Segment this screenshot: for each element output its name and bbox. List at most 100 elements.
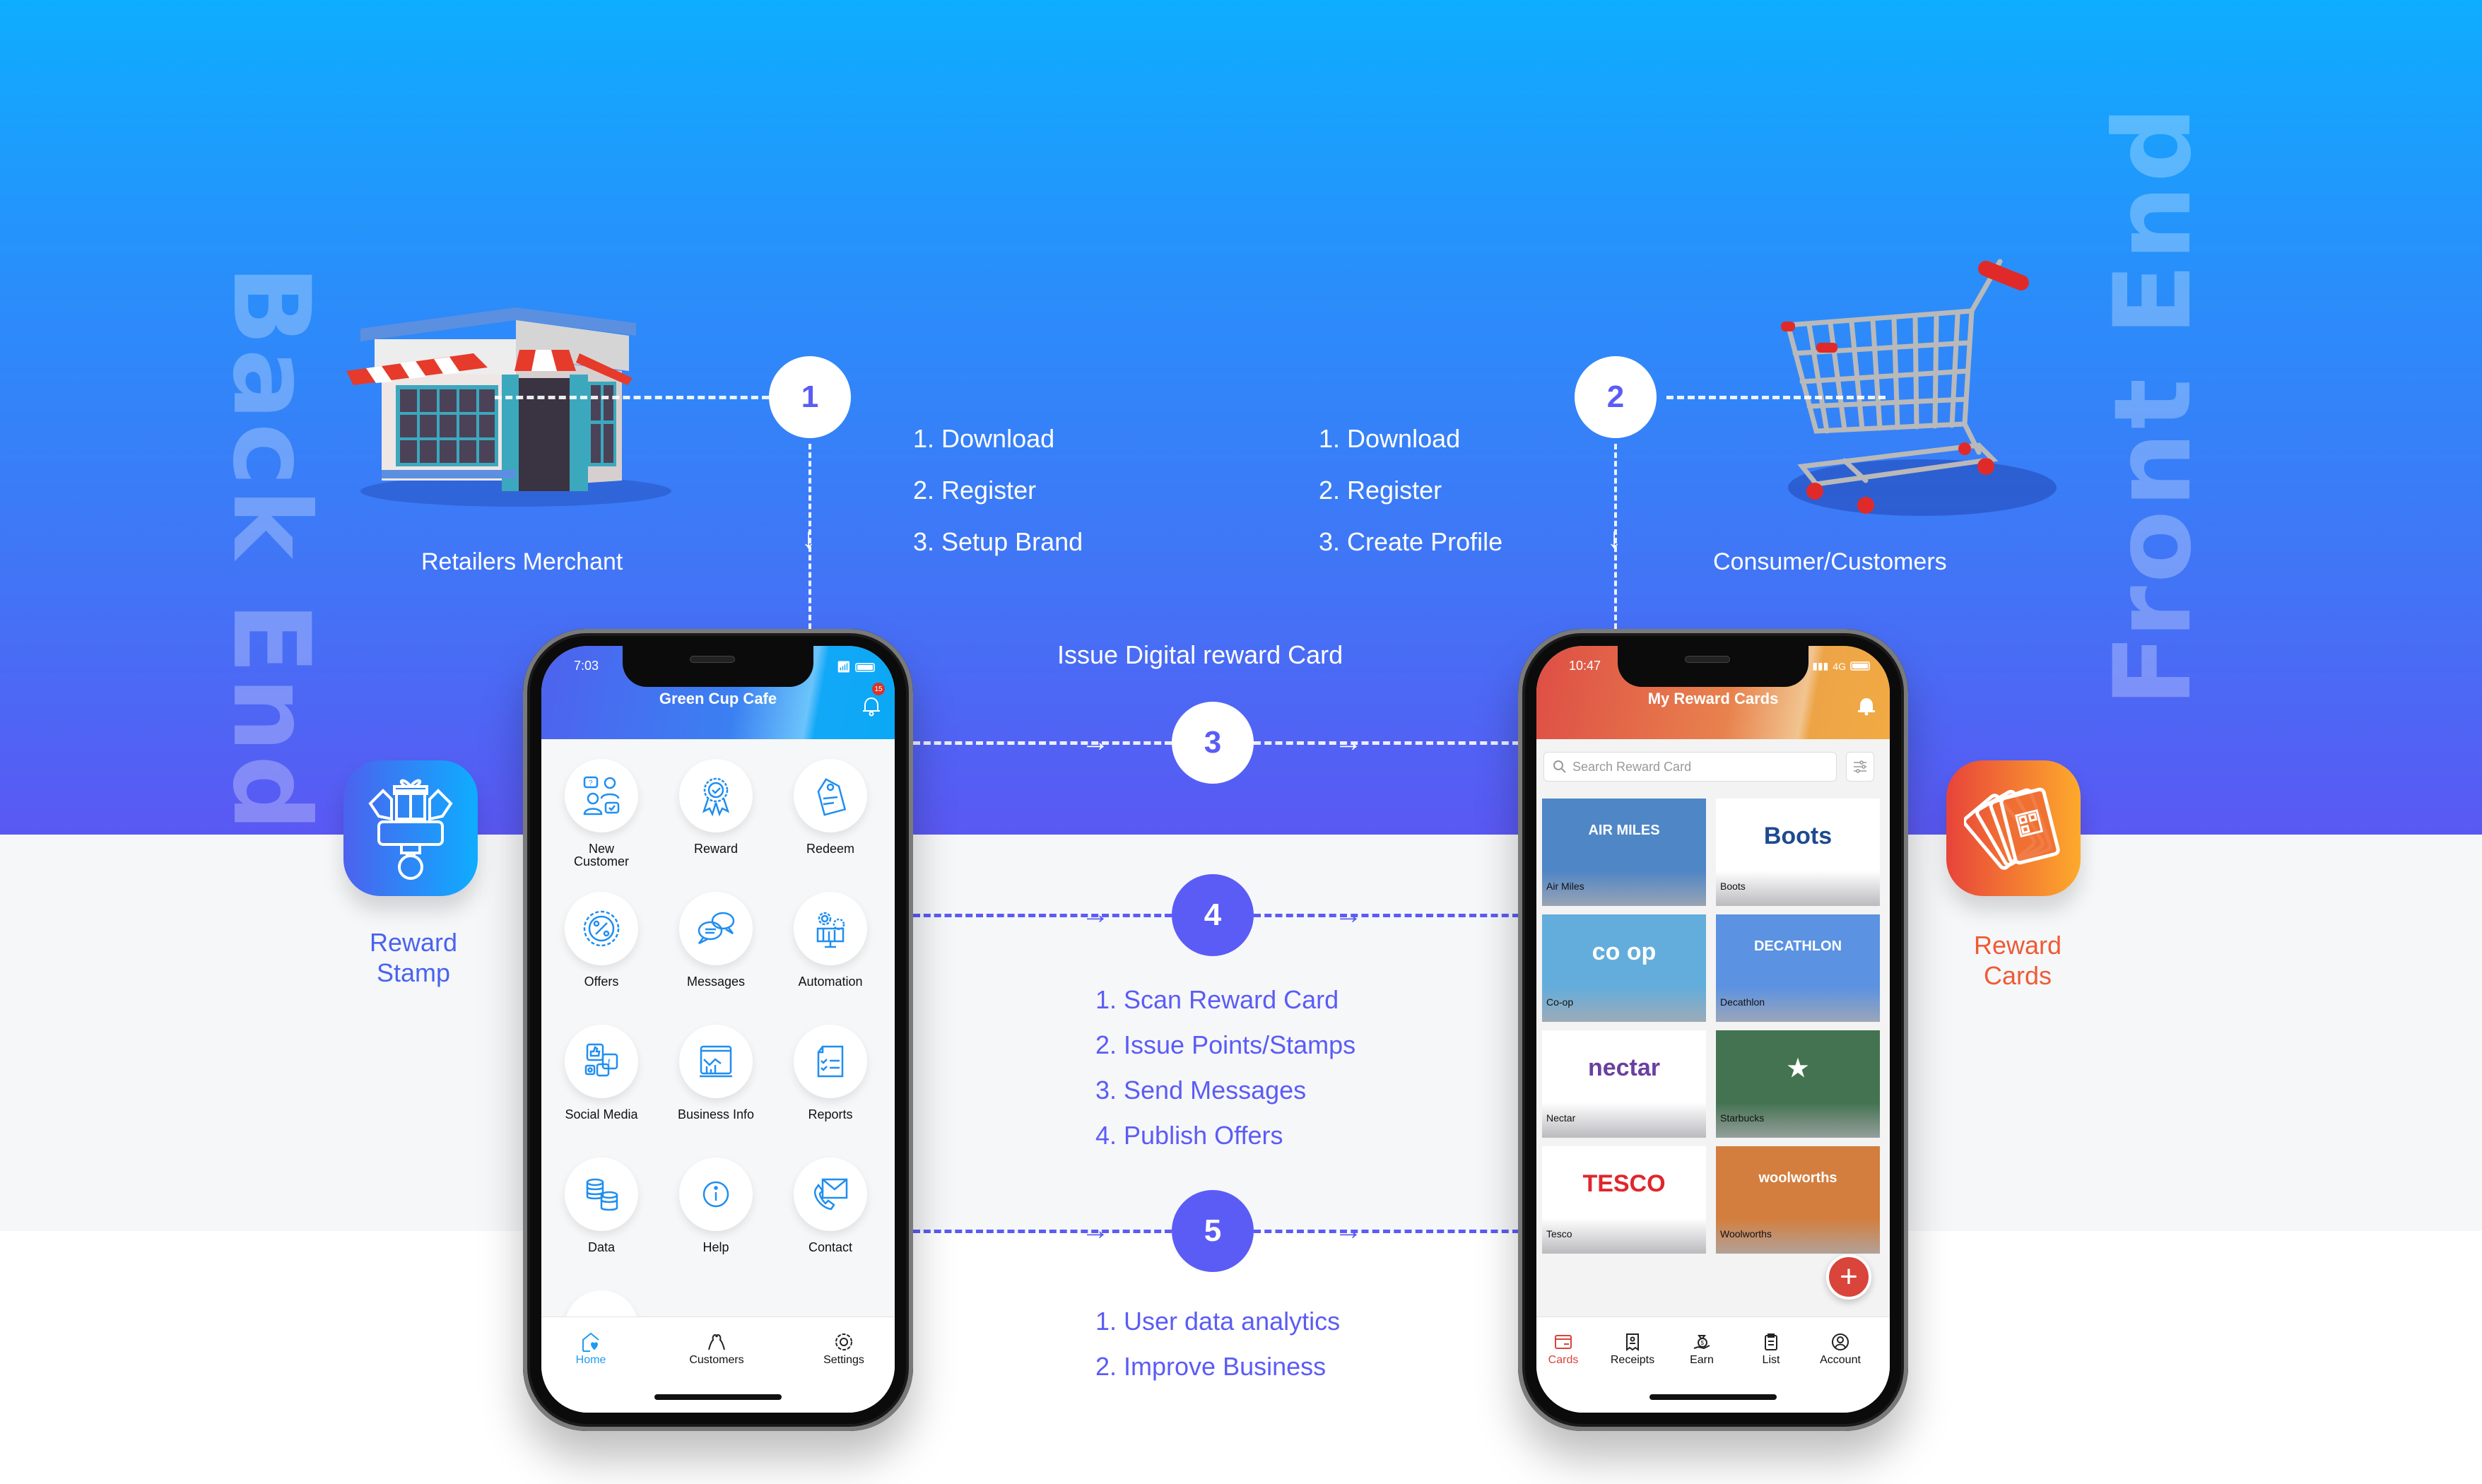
reward-card-tile[interactable]: ★ Starbucks: [1716, 1030, 1880, 1138]
home-indicator: [1649, 1394, 1777, 1400]
phone-notch: [623, 646, 813, 687]
tab-customers[interactable]: Customers: [674, 1330, 759, 1367]
menu-item-new-customer[interactable]: ? New Customer: [548, 759, 654, 868]
chat-bubbles-icon: [698, 912, 735, 945]
menu-item-label: Automation: [798, 974, 863, 989]
reward-stamp-label-line1: Reward: [369, 928, 458, 957]
tab-cards[interactable]: Cards: [1536, 1330, 1599, 1367]
step5-item: 2. Improve Business: [1095, 1352, 1327, 1381]
menu-item-label: Reward: [693, 842, 739, 856]
add-card-button[interactable]: +: [1826, 1254, 1871, 1300]
customers-icon: [708, 1334, 725, 1350]
connector-step3-left: [913, 741, 1172, 745]
reward-card-tile[interactable]: woolworths Woolworths: [1716, 1146, 1880, 1254]
menu-item-help[interactable]: Help: [663, 1158, 769, 1254]
merchant-app-screen: 7:03 📶︎ Green Cup Cafe 15 ? New Customer…: [541, 646, 895, 1413]
menu-item-label: Business Info: [677, 1107, 755, 1121]
tab-receipts[interactable]: Receipts: [1597, 1330, 1668, 1367]
step4-item: 4. Publish Offers: [1095, 1121, 1283, 1150]
connector-step5-right: [1254, 1230, 1519, 1233]
shopping-cart-illustration-icon: [1781, 259, 2057, 516]
step4-items-list: 1. Scan Reward Card 2. Issue Points/Stam…: [1095, 977, 1355, 1158]
tab-label: Receipts: [1610, 1354, 1655, 1366]
step4-item: 2. Issue Points/Stamps: [1095, 1030, 1356, 1059]
customer-tab-bar: Cards Receipts $ Earn List Account: [1536, 1317, 1890, 1413]
right-arrow-icon: →: [1081, 899, 1110, 930]
tab-label: Cards: [1548, 1354, 1579, 1366]
customer-step: 1. Download: [1319, 424, 1461, 453]
brand-logo: co op: [1592, 938, 1657, 965]
brand-logo: nectar: [1587, 1054, 1661, 1081]
tab-label: Settings: [823, 1354, 864, 1366]
network-type: 4G: [1833, 660, 1846, 672]
menu-item-messages[interactable]: Messages: [663, 892, 769, 988]
tab-settings[interactable]: Settings: [801, 1330, 886, 1367]
bell-icon[interactable]: [1857, 695, 1876, 717]
issue-digital-reward-card-label: Issue Digital reward Card: [1057, 640, 1343, 669]
tag-icon: [817, 778, 847, 816]
reward-cards-app-icon[interactable]: [1946, 760, 2081, 896]
reward-card-tile[interactable]: AIR MILES Air Miles: [1542, 799, 1706, 906]
wifi-icon: 📶︎: [836, 661, 851, 673]
dashboard-chart-icon: [700, 1045, 732, 1078]
menu-item-label: Help: [702, 1240, 729, 1254]
search-icon: [1553, 760, 1566, 773]
stacked-cards-qr-icon: [1964, 787, 2060, 870]
customer-steps-list: 1. Download 2. Register 3. Create Profil…: [1319, 413, 1502, 567]
menu-item-label: Contact: [808, 1240, 853, 1254]
reward-card-tile[interactable]: nectar Nectar: [1542, 1030, 1706, 1138]
menu-item-business-info[interactable]: Business Info: [663, 1025, 769, 1121]
merchant-step: 3. Setup Brand: [913, 527, 1083, 556]
filter-button[interactable]: [1846, 752, 1874, 782]
clipboard-list-icon: [1765, 1333, 1777, 1350]
menu-item-label: New Customer: [573, 842, 630, 868]
tab-list[interactable]: List: [1736, 1330, 1806, 1367]
tab-account[interactable]: Account: [1805, 1330, 1876, 1367]
card-icon: [1555, 1335, 1572, 1349]
account-icon: [1832, 1333, 1849, 1350]
status-time: 10:47: [1569, 659, 1601, 673]
menu-item-reward[interactable]: Reward: [663, 759, 769, 855]
menu-item-automation[interactable]: Automation: [777, 892, 883, 988]
gears-chart-icon: [816, 912, 845, 948]
back-end-label: Back End: [209, 265, 332, 835]
reward-cards-label: Reward Cards: [1947, 930, 2088, 991]
merchant-steps-list: 1. Download 2. Register 3. Setup Brand: [913, 413, 1083, 567]
phone-notch: [1618, 646, 1808, 687]
step-4-circle: 4: [1172, 874, 1254, 956]
menu-item-reports[interactable]: Reports: [777, 1025, 883, 1121]
money-bag-icon: $: [1693, 1335, 1710, 1350]
checklist-icon: [817, 1045, 844, 1078]
menu-item-offers[interactable]: Offers: [548, 892, 654, 988]
menu-item-contact[interactable]: Contact: [777, 1158, 883, 1254]
reward-stamp-app-icon[interactable]: [343, 760, 478, 896]
menu-item-redeem[interactable]: Redeem: [777, 759, 883, 855]
card-name: Decathlon: [1720, 996, 1765, 1008]
reward-card-tile[interactable]: TESCO Tesco: [1542, 1146, 1706, 1254]
reward-stamp-label-line2: Stamp: [376, 958, 451, 987]
customer-app-title: My Reward Cards: [1647, 690, 1779, 707]
connector-step4-right: [1254, 914, 1519, 917]
menu-item-label: Messages: [686, 974, 746, 989]
menu-item-more[interactable]: [548, 1290, 654, 1319]
reward-card-tile[interactable]: co op Co-op: [1542, 914, 1706, 1022]
search-reward-card-input[interactable]: Search Reward Card: [1543, 752, 1837, 782]
connector-cart-to-step2: [1666, 396, 1886, 399]
info-icon: [702, 1181, 729, 1208]
brand-logo: woolworths: [1758, 1170, 1837, 1186]
reward-card-tile[interactable]: DECATHLON Decathlon: [1716, 914, 1880, 1022]
menu-item-data[interactable]: Data: [548, 1158, 654, 1254]
reward-card-tile[interactable]: Boots Boots: [1716, 799, 1880, 906]
card-name: Co-op: [1546, 996, 1574, 1008]
tab-earn[interactable]: $ Earn: [1666, 1330, 1737, 1367]
battery-charging-icon: [1850, 661, 1870, 671]
merchant-step: 1. Download: [913, 424, 1055, 453]
menu-item-social-media[interactable]: f Social Media: [548, 1025, 654, 1121]
brand-logo: Boots: [1763, 823, 1833, 849]
card-name: Nectar: [1546, 1112, 1576, 1124]
bell-icon[interactable]: [862, 695, 881, 717]
brand-logo: ★: [1787, 1055, 1809, 1082]
tab-label: Customers: [689, 1354, 744, 1366]
tab-home[interactable]: Home: [548, 1330, 633, 1367]
stamp-gift-icon: [368, 779, 453, 880]
